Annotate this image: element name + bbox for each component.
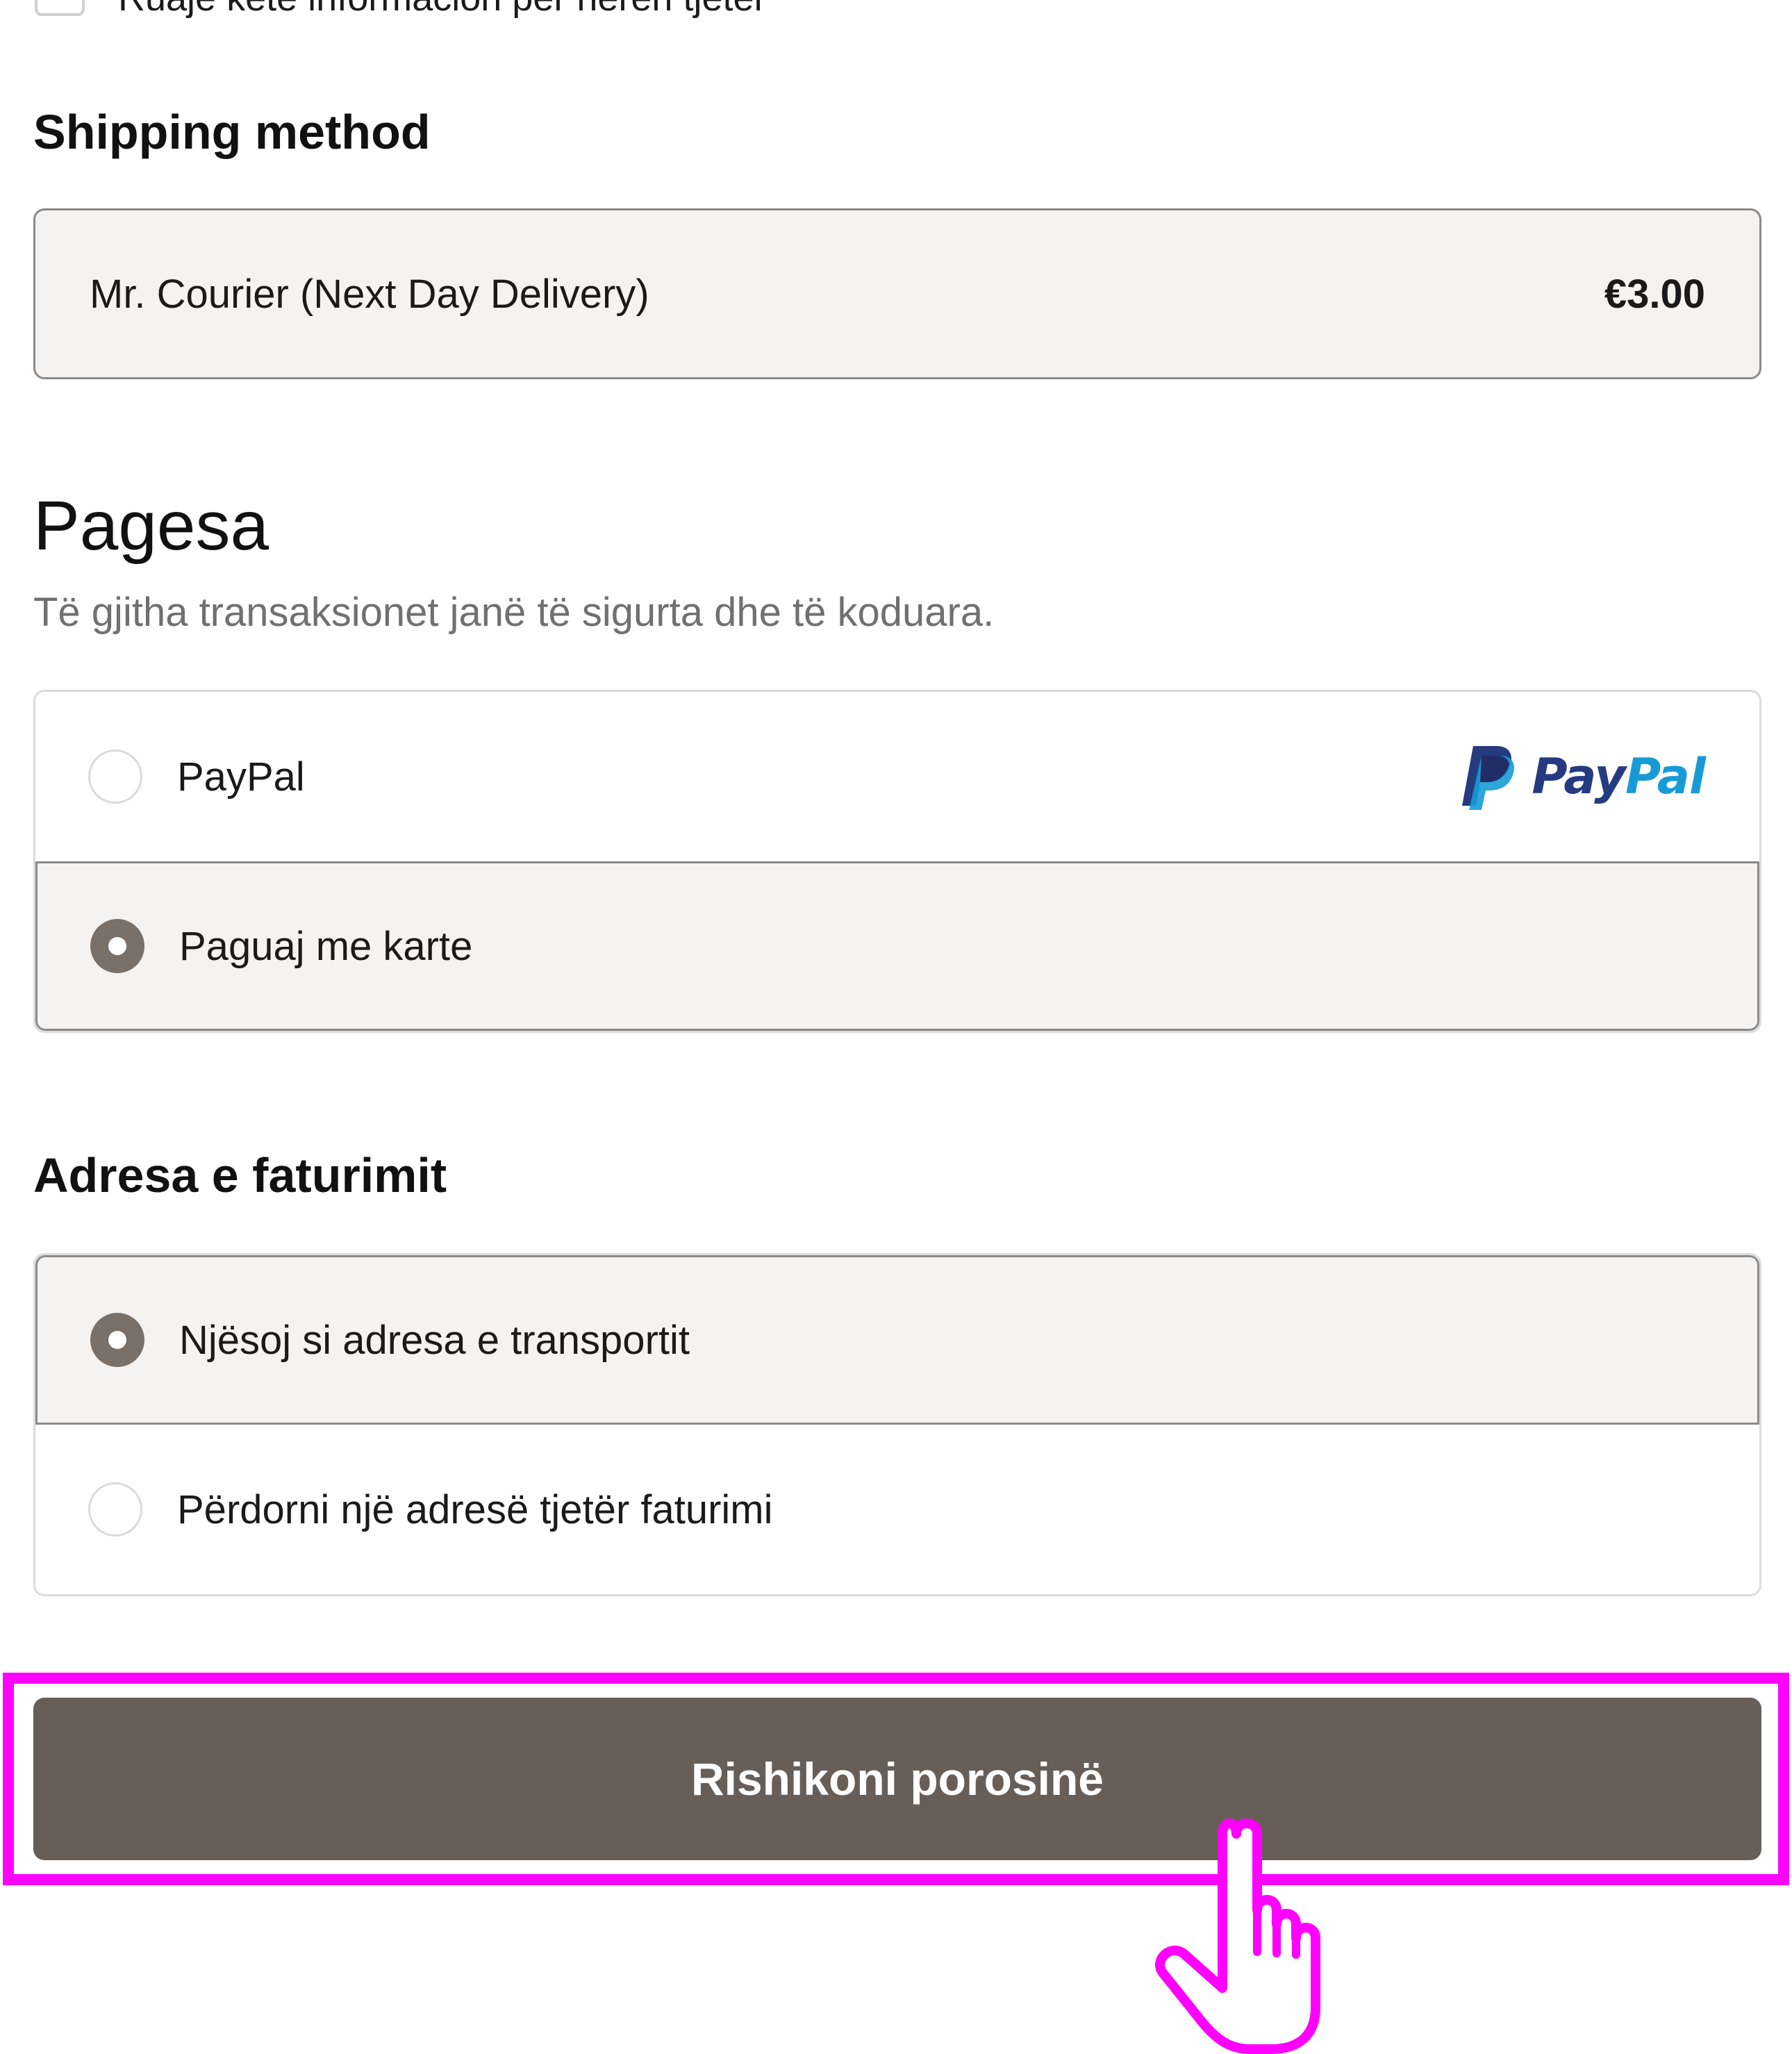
save-info-label: Ruaje këtë informacion për herën tjetër	[118, 0, 767, 19]
paypal-logo-icon: PayPal	[1458, 743, 1706, 810]
paypal-p-icon	[1462, 746, 1515, 810]
payment-option-paypal[interactable]: PayPal PayPal	[35, 692, 1759, 861]
save-info-checkbox[interactable]	[35, 0, 85, 16]
card-radio[interactable]	[90, 919, 144, 973]
shipping-method-heading: Shipping method	[33, 105, 431, 159]
paypal-logo-pal: Pal	[1625, 748, 1706, 805]
payment-option-label: PayPal	[177, 754, 305, 800]
review-order-button[interactable]: Rishikoni porosinë	[33, 1698, 1761, 1860]
same-address-radio[interactable]	[90, 1313, 144, 1367]
billing-option-label: Njësoj si adresa e transportit	[179, 1317, 690, 1363]
billing-option-label: Përdorni një adresë tjetër faturimi	[177, 1486, 773, 1532]
paypal-logo-pay: Pay	[1532, 748, 1626, 805]
shipping-option[interactable]: Mr. Courier (Next Day Delivery) €3.00	[33, 208, 1761, 379]
hand-pointer-icon	[1155, 1819, 1320, 2054]
payment-subtitle: Të gjitha transaksionet janë të sigurta …	[33, 590, 995, 635]
billing-options: Njësoj si adresa e transportit Përdorni …	[33, 1253, 1761, 1596]
shipping-option-price: €3.00	[1604, 271, 1705, 317]
checkout-page: Ruaje këtë informacion për herën tjetër …	[0, 0, 1792, 2054]
billing-option-same[interactable]: Njësoj si adresa e transportit	[35, 1255, 1759, 1425]
different-address-radio[interactable]	[88, 1482, 142, 1537]
save-info-row[interactable]: Ruaje këtë informacion për herën tjetër	[35, 0, 767, 19]
payment-option-card[interactable]: Paguaj me karte	[35, 861, 1759, 1031]
billing-address-heading: Adresa e faturimit	[33, 1148, 447, 1202]
billing-option-different[interactable]: Përdorni një adresë tjetër faturimi	[35, 1425, 1759, 1594]
payment-option-label: Paguaj me karte	[179, 923, 473, 969]
payment-heading: Pagesa	[33, 487, 269, 565]
paypal-radio[interactable]	[88, 749, 142, 804]
shipping-option-name: Mr. Courier (Next Day Delivery)	[90, 271, 649, 317]
payment-options: PayPal PayPal Paguaj me karte	[33, 690, 1761, 1033]
